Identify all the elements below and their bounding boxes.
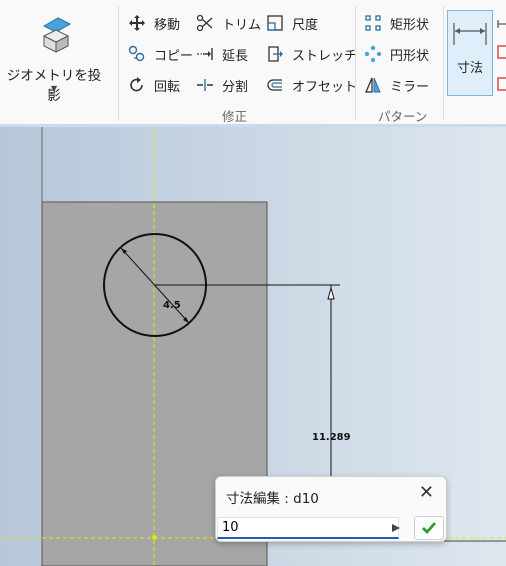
trim-button[interactable]: トリム — [194, 13, 261, 33]
copy-button[interactable]: コピー — [126, 44, 193, 64]
extend-icon — [194, 44, 216, 64]
constraint-icon[interactable] — [497, 18, 506, 98]
dimension-label: 寸法 — [456, 61, 483, 76]
mirror-button[interactable]: ミラー — [362, 75, 429, 95]
offset-label: オフセット — [292, 79, 358, 95]
ribbon: ジオメトリを投影 ▼ 移動 コピー 回転 トリム 延長 分割 尺度 ストレッチ … — [0, 0, 506, 126]
trim-label: トリム — [222, 17, 262, 33]
diameter-dim-text[interactable]: 4.5 — [163, 300, 181, 311]
accept-button[interactable] — [414, 516, 444, 540]
trim-icon — [194, 13, 216, 33]
offset-icon — [264, 75, 286, 95]
split-label: 分割 — [222, 79, 249, 95]
rotate-icon — [126, 75, 148, 95]
stretch-label: ストレッチ — [292, 48, 358, 64]
offset-button[interactable]: オフセット — [264, 75, 357, 95]
stretch-icon — [264, 44, 286, 64]
split-icon — [194, 75, 216, 95]
dim-arrow-icon — [327, 286, 335, 300]
origin-point — [151, 534, 158, 541]
project-geometry-button[interactable]: ジオメトリを投影 ▼ — [4, 8, 104, 118]
vertical-dim-text[interactable]: 11.289 — [312, 432, 351, 443]
rotate-label: 回転 — [154, 79, 181, 95]
copy-label: コピー — [154, 48, 194, 64]
scale-icon — [264, 13, 286, 33]
separator — [118, 6, 119, 120]
move-button[interactable]: 移動 — [126, 13, 180, 33]
circ-pattern-label: 円形状 — [390, 48, 430, 64]
extend-label: 延長 — [222, 48, 249, 64]
dimension-icon — [453, 23, 487, 45]
circ-pattern-icon — [362, 44, 384, 64]
checkmark-icon — [422, 522, 437, 535]
scale-button[interactable]: 尺度 — [264, 13, 318, 33]
mirror-icon — [362, 75, 384, 95]
stretch-button[interactable]: ストレッチ — [264, 44, 357, 64]
rect-pattern-label: 矩形状 — [390, 17, 430, 33]
modify-group-label: 修正 — [222, 109, 248, 124]
play-arrow-icon[interactable] — [386, 517, 406, 539]
scale-label: 尺度 — [292, 17, 319, 33]
dropdown-arrow-icon[interactable]: ▼ — [51, 84, 57, 93]
mirror-label: ミラー — [390, 79, 430, 95]
move-icon — [126, 13, 148, 33]
rotate-button[interactable]: 回転 — [126, 75, 180, 95]
extend-button[interactable]: 延長 — [194, 44, 248, 64]
move-label: 移動 — [154, 17, 181, 33]
dimension-button[interactable]: 寸法 — [447, 10, 493, 96]
dialog-title: 寸法編集 : d10 — [226, 491, 319, 507]
project-geometry-icon — [42, 17, 72, 53]
rect-pattern-button[interactable]: 矩形状 — [362, 13, 429, 33]
split-button[interactable]: 分割 — [194, 75, 248, 95]
rect-pattern-icon — [362, 13, 384, 33]
separator — [443, 6, 444, 120]
dimension-value-input[interactable] — [217, 517, 399, 539]
circ-pattern-button[interactable]: 円形状 — [362, 44, 429, 64]
separator — [355, 6, 356, 120]
copy-icon — [126, 44, 148, 64]
close-icon[interactable]: ✕ — [419, 483, 434, 503]
pattern-group-label: パターン — [378, 109, 428, 124]
